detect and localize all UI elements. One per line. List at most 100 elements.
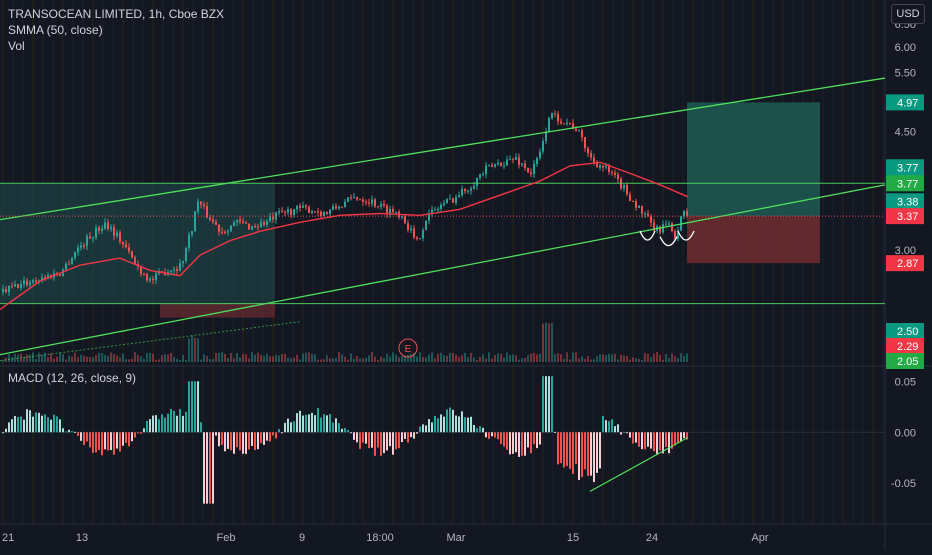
price-tick-label: 5.50 (895, 68, 916, 80)
candle-body (686, 211, 688, 216)
macd-bar (665, 432, 667, 447)
candle-body (665, 223, 667, 225)
candle-body (119, 232, 121, 242)
time-tick-label: Apr (751, 532, 768, 544)
volume-bar (656, 352, 658, 362)
macd-bar (236, 432, 238, 448)
macd-bar (95, 432, 97, 453)
candle-body (521, 163, 523, 165)
volume-bar (236, 352, 238, 362)
volume-bar (2, 359, 4, 362)
volume-bar (158, 359, 160, 362)
macd-legend[interactable]: MACD (12, 26, close, 9) (8, 371, 136, 385)
macd-bar (356, 432, 358, 443)
volume-bar (65, 359, 67, 362)
volume-bar (35, 359, 37, 362)
candle-body (8, 285, 10, 293)
macd-bar (257, 432, 259, 450)
macd-bar (266, 432, 268, 441)
currency-button[interactable]: USD (891, 4, 925, 24)
macd-bar (653, 432, 655, 452)
volume-bar (362, 358, 364, 362)
candle-body (557, 113, 559, 122)
macd-bar (137, 432, 139, 434)
macd-bar (371, 432, 373, 448)
volume-bar (374, 356, 376, 362)
volume-bar (437, 353, 439, 362)
volume-bar (161, 355, 163, 362)
candle-body (554, 113, 556, 115)
candle-body (68, 263, 70, 265)
candle-body (605, 166, 607, 168)
candle-body (503, 165, 505, 167)
volume-bar (446, 355, 448, 362)
macd-bar (50, 419, 52, 433)
candle-body (197, 201, 199, 212)
volume-bar (50, 353, 52, 362)
volume-bar (365, 357, 367, 362)
volume-bar (581, 356, 583, 362)
candle-body (644, 213, 646, 215)
macd-bar (329, 413, 331, 433)
macd-bar (611, 419, 613, 433)
volume-bar (275, 354, 277, 362)
macd-bar (305, 414, 307, 433)
macd-bar (110, 432, 112, 451)
candle-body (587, 148, 589, 154)
time-tick-label: Mar (447, 532, 466, 544)
candle-body (533, 163, 535, 175)
macd-bar (620, 432, 622, 435)
macd-bar (125, 432, 127, 443)
candle-body (632, 200, 634, 202)
candle-body (230, 225, 232, 232)
volume-bar (566, 352, 568, 362)
volume-bar (398, 357, 400, 362)
candle-body (506, 159, 508, 166)
volume-bar (428, 354, 430, 362)
volume-bar (452, 353, 454, 362)
macd-bar (422, 424, 424, 433)
volume-bar (629, 359, 631, 362)
volume-bar (107, 355, 109, 362)
macd-bar (158, 419, 160, 433)
volume-bar (98, 352, 100, 362)
volume-bar (221, 352, 223, 362)
volume-bar (434, 358, 436, 362)
macd-bar (527, 432, 529, 448)
macd-bar (218, 432, 220, 447)
candle-body (578, 130, 580, 132)
macd-bar (641, 432, 643, 450)
macd-bar (446, 409, 448, 433)
candle-body (188, 234, 190, 248)
macd-bar (599, 432, 601, 469)
volume-bar (431, 352, 433, 362)
macd-bar (425, 425, 427, 433)
candle-body (590, 153, 592, 158)
macd-bar (113, 432, 115, 455)
volume-bar (149, 352, 151, 362)
macd-bar (593, 432, 595, 483)
candle-body (599, 165, 601, 168)
macd-bar (521, 432, 523, 456)
candle-body (380, 203, 382, 207)
chart-area[interactable]: E 3.003.504.004.505.506.006.500.050.00-0… (0, 0, 932, 550)
volume-bar (659, 354, 661, 362)
macd-bar (545, 376, 547, 433)
macd-bar (62, 428, 64, 433)
smma-legend[interactable]: SMMA (50, close) (8, 22, 224, 38)
price-chart-svg[interactable]: E 3.003.504.004.505.506.006.500.050.00-0… (0, 0, 932, 550)
candle-body (281, 210, 283, 212)
volume-bar (47, 357, 49, 362)
macd-bar (251, 432, 253, 446)
candle-body (308, 207, 310, 213)
candle-body (494, 164, 496, 167)
candle-body (425, 220, 427, 231)
candle-body (59, 274, 61, 277)
volume-bar (506, 352, 508, 362)
volume-legend[interactable]: Vol (8, 38, 224, 54)
macd-bar (203, 432, 205, 504)
volume-bar (503, 357, 505, 362)
candle-body (485, 165, 487, 174)
symbol-title[interactable]: TRANSOCEAN LIMITED, 1h, Cboe BZX (8, 6, 224, 22)
volume-bar (530, 353, 532, 362)
